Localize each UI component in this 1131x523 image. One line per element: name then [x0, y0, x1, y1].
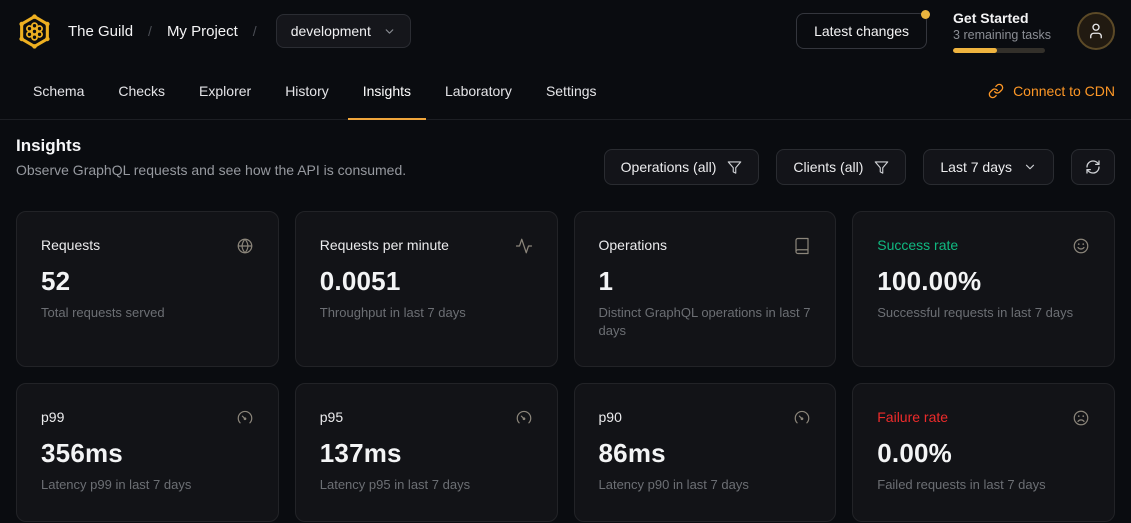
activity-icon — [515, 237, 533, 255]
stat-card-p95: p95 137ms Latency p95 in last 7 days — [295, 383, 558, 522]
card-subtitle: Latency p99 in last 7 days — [41, 476, 254, 494]
gauge-icon — [515, 409, 533, 427]
breadcrumb-separator: / — [253, 23, 257, 39]
breadcrumb-separator: / — [148, 23, 152, 39]
main-nav: Schema Checks Explorer History Insights … — [0, 62, 1131, 120]
page-title: Insights — [16, 136, 406, 156]
notification-dot — [921, 10, 930, 19]
environment-selector-value: development — [291, 23, 371, 39]
link-icon — [988, 83, 1004, 99]
stat-card-requests-per-minute: Requests per minute 0.0051 Throughput in… — [295, 211, 558, 367]
card-title: Requests — [41, 237, 100, 253]
tab-explorer[interactable]: Explorer — [182, 62, 268, 119]
page-title-block: Insights Observe GraphQL requests and se… — [16, 136, 406, 178]
stats-grid: Requests 52 Total requests served Reques… — [16, 211, 1115, 522]
stat-card-operations: Operations 1 Distinct GraphQL operations… — [574, 211, 837, 367]
breadcrumb-org[interactable]: The Guild — [68, 23, 133, 40]
card-subtitle: Total requests served — [41, 304, 254, 322]
filter-icon — [727, 160, 742, 175]
card-value: 52 — [41, 266, 254, 297]
connect-cdn-link[interactable]: Connect to CDN — [988, 62, 1115, 119]
card-subtitle: Successful requests in last 7 days — [877, 304, 1090, 322]
tab-schema[interactable]: Schema — [16, 62, 101, 119]
operations-filter-button[interactable]: Operations (all) — [604, 149, 760, 185]
chevron-down-icon — [1023, 160, 1037, 174]
get-started-widget[interactable]: Get Started 3 remaining tasks — [953, 10, 1051, 53]
topbar: The Guild / My Project / development Lat… — [0, 0, 1131, 62]
stat-card-failure-rate: Failure rate 0.00% Failed requests in la… — [852, 383, 1115, 522]
get-started-progress-fill — [953, 48, 997, 53]
tab-insights[interactable]: Insights — [346, 62, 428, 119]
frown-icon — [1072, 409, 1090, 427]
card-title: Success rate — [877, 237, 958, 253]
card-title: Failure rate — [877, 409, 948, 425]
tab-checks[interactable]: Checks — [101, 62, 182, 119]
card-title: p95 — [320, 409, 343, 425]
filter-icon — [874, 160, 889, 175]
card-title: Operations — [599, 237, 667, 253]
operations-filter-label: Operations (all) — [621, 159, 717, 175]
gauge-icon — [236, 409, 254, 427]
card-subtitle: Failed requests in last 7 days — [877, 476, 1090, 494]
clients-filter-label: Clients (all) — [793, 159, 863, 175]
card-subtitle: Throughput in last 7 days — [320, 304, 533, 322]
breadcrumb-project[interactable]: My Project — [167, 23, 238, 40]
card-value: 356ms — [41, 438, 254, 469]
gauge-icon — [793, 409, 811, 427]
stat-card-success-rate: Success rate 100.00% Successful requests… — [852, 211, 1115, 367]
refresh-button[interactable] — [1071, 149, 1115, 185]
get-started-title: Get Started — [953, 10, 1051, 26]
user-avatar[interactable] — [1077, 12, 1115, 50]
stat-card-requests: Requests 52 Total requests served — [16, 211, 279, 367]
latest-changes-label: Latest changes — [814, 23, 909, 39]
card-subtitle: Latency p95 in last 7 days — [320, 476, 533, 494]
book-icon — [793, 237, 811, 255]
connect-cdn-label: Connect to CDN — [1013, 83, 1115, 99]
period-selector[interactable]: Last 7 days — [923, 149, 1054, 185]
card-value: 86ms — [599, 438, 812, 469]
tab-history[interactable]: History — [268, 62, 346, 119]
latest-changes-button[interactable]: Latest changes — [796, 13, 927, 49]
card-value: 100.00% — [877, 266, 1090, 297]
card-value: 0.00% — [877, 438, 1090, 469]
card-value: 0.0051 — [320, 266, 533, 297]
filter-toolbar: Operations (all) Clients (all) Last 7 da… — [604, 149, 1115, 185]
card-subtitle: Distinct GraphQL operations in last 7 da… — [599, 304, 812, 339]
refresh-icon — [1085, 159, 1101, 175]
smile-icon — [1072, 237, 1090, 255]
user-icon — [1087, 22, 1105, 40]
globe-icon — [236, 237, 254, 255]
card-value: 137ms — [320, 438, 533, 469]
tab-laboratory[interactable]: Laboratory — [428, 62, 529, 119]
tab-settings[interactable]: Settings — [529, 62, 614, 119]
get-started-progress — [953, 48, 1045, 53]
stat-card-p99: p99 356ms Latency p99 in last 7 days — [16, 383, 279, 522]
get-started-subtitle: 3 remaining tasks — [953, 28, 1051, 42]
period-selector-value: Last 7 days — [940, 159, 1012, 175]
page-subtitle: Observe GraphQL requests and see how the… — [16, 162, 406, 178]
environment-selector[interactable]: development — [276, 14, 411, 48]
card-value: 1 — [599, 266, 812, 297]
card-title: Requests per minute — [320, 237, 449, 253]
nav-tabs: Schema Checks Explorer History Insights … — [16, 62, 614, 119]
clients-filter-button[interactable]: Clients (all) — [776, 149, 906, 185]
insights-page: Insights Observe GraphQL requests and se… — [0, 120, 1131, 522]
chevron-down-icon — [383, 25, 396, 38]
stat-card-p90: p90 86ms Latency p90 in last 7 days — [574, 383, 837, 522]
card-title: p99 — [41, 409, 64, 425]
hive-logo-icon[interactable] — [16, 13, 53, 50]
card-subtitle: Latency p90 in last 7 days — [599, 476, 812, 494]
card-title: p90 — [599, 409, 622, 425]
